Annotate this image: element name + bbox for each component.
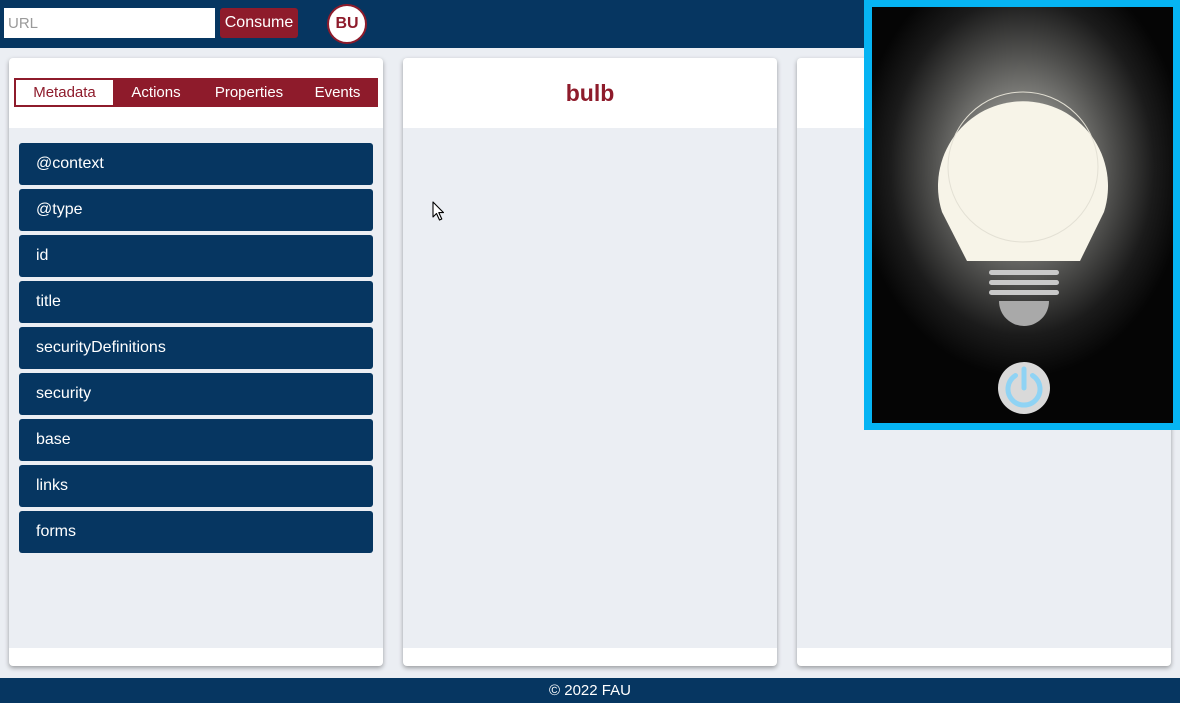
tab-properties[interactable]: Properties [199, 80, 299, 105]
td-panel: Metadata Actions Properties Events @cont… [9, 58, 383, 666]
metadata-item-security[interactable]: security [19, 373, 373, 415]
consume-button[interactable]: Consume [220, 8, 298, 38]
thing-panel-body [403, 128, 777, 648]
metadata-item-type[interactable]: @type [19, 189, 373, 231]
footer-copyright: © 2022 FAU [549, 682, 631, 699]
mouse-cursor-icon [432, 201, 445, 221]
thing-panel: bulb [403, 58, 777, 666]
url-input[interactable] [4, 8, 215, 38]
tab-actions[interactable]: Actions [113, 80, 199, 105]
metadata-item-security-definitions[interactable]: securityDefinitions [19, 327, 373, 369]
metadata-item-id[interactable]: id [19, 235, 373, 277]
metadata-item-links[interactable]: links [19, 465, 373, 507]
metadata-item-context[interactable]: @context [19, 143, 373, 185]
power-button[interactable] [997, 361, 1051, 415]
tab-metadata[interactable]: Metadata [16, 80, 113, 105]
footer: © 2022 FAU [0, 678, 1180, 703]
metadata-list: @context @type id title securityDefiniti… [19, 143, 373, 557]
bulb-display [872, 7, 1173, 423]
thing-title: bulb [565, 79, 615, 106]
tab-bar: Metadata Actions Properties Events [14, 78, 378, 107]
metadata-item-forms[interactable]: forms [19, 511, 373, 553]
bulb-popup [864, 0, 1180, 430]
tab-events[interactable]: Events [299, 80, 376, 105]
avatar[interactable]: BU [327, 4, 367, 44]
metadata-item-title[interactable]: title [19, 281, 373, 323]
power-icon [998, 362, 1050, 414]
metadata-item-base[interactable]: base [19, 419, 373, 461]
